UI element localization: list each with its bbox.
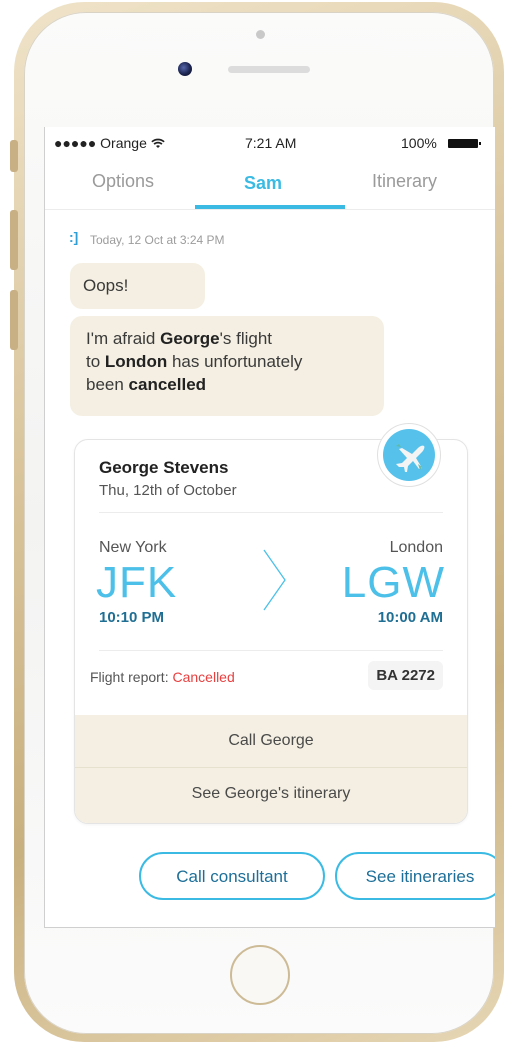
divider <box>99 512 443 513</box>
status-bar: ●●●●● Orange 7:21 AM 100% <box>45 127 495 159</box>
battery-percentage: 100% <box>401 135 437 151</box>
home-button[interactable] <box>230 945 290 1005</box>
flight-number-badge: BA 2272 <box>368 661 443 690</box>
sam-avatar-icon: :] <box>69 229 79 245</box>
call-george-button[interactable]: Call George <box>75 715 467 768</box>
flight-card: George Stevens Thu, 12th of October New … <box>74 439 468 824</box>
chat-line-1: I'm afraid George's flight <box>86 329 273 348</box>
chevron-right-icon <box>263 549 286 611</box>
see-itinerary-button[interactable]: See George's itinerary <box>75 768 467 820</box>
chat-bubble-text: Oops! <box>83 276 129 295</box>
destination-city: London <box>389 539 443 556</box>
plane-badge <box>377 423 441 487</box>
tab-bar: Options Sam Itinerary <box>45 163 495 210</box>
flight-date: Thu, 12th of October <box>99 482 237 499</box>
status-time: 7:21 AM <box>245 135 297 151</box>
battery-icon <box>448 139 481 148</box>
passenger-name: George Stevens <box>99 458 229 477</box>
chat-line-2: to London has unfortunately <box>86 352 303 371</box>
tab-itinerary[interactable]: Itinerary <box>372 171 437 192</box>
tab-options[interactable]: Options <box>92 171 154 192</box>
mute-switch <box>10 140 18 172</box>
destination-airport-code: LGW <box>341 558 445 607</box>
flight-report: Flight report: Cancelled <box>90 669 235 685</box>
front-camera <box>178 62 192 76</box>
active-tab-indicator <box>195 205 345 209</box>
call-consultant-button[interactable]: Call consultant <box>139 852 325 900</box>
see-itineraries-button[interactable]: See itineraries <box>335 852 495 900</box>
volume-up-button <box>10 210 18 270</box>
proximity-sensor <box>256 30 265 39</box>
wifi-icon <box>151 138 165 148</box>
origin-city: New York <box>99 539 167 556</box>
divider <box>99 650 443 651</box>
chat-bubble-oops: Oops! <box>70 263 205 309</box>
tab-sam[interactable]: Sam <box>244 173 282 194</box>
departure-time: 10:10 PM <box>99 609 165 626</box>
card-actions: Call George See George's itinerary <box>75 715 467 823</box>
chat-line-3: been cancelled <box>86 375 207 394</box>
carrier-label: ●●●●● Orange <box>54 135 165 151</box>
flight-status: Cancelled <box>172 669 235 685</box>
origin-airport-code: JFK <box>96 558 178 607</box>
airplane-icon <box>396 444 425 472</box>
chat-bubble-cancellation: I'm afraid George's flight to London has… <box>70 316 384 416</box>
volume-down-button <box>10 290 18 350</box>
message-timestamp: Today, 12 Oct at 3:24 PM <box>90 233 225 247</box>
arrival-time: 10:00 AM <box>377 609 443 626</box>
earpiece-speaker <box>228 66 310 73</box>
app-screen: ●●●●● Orange 7:21 AM 100% Options Sam It… <box>44 127 495 928</box>
